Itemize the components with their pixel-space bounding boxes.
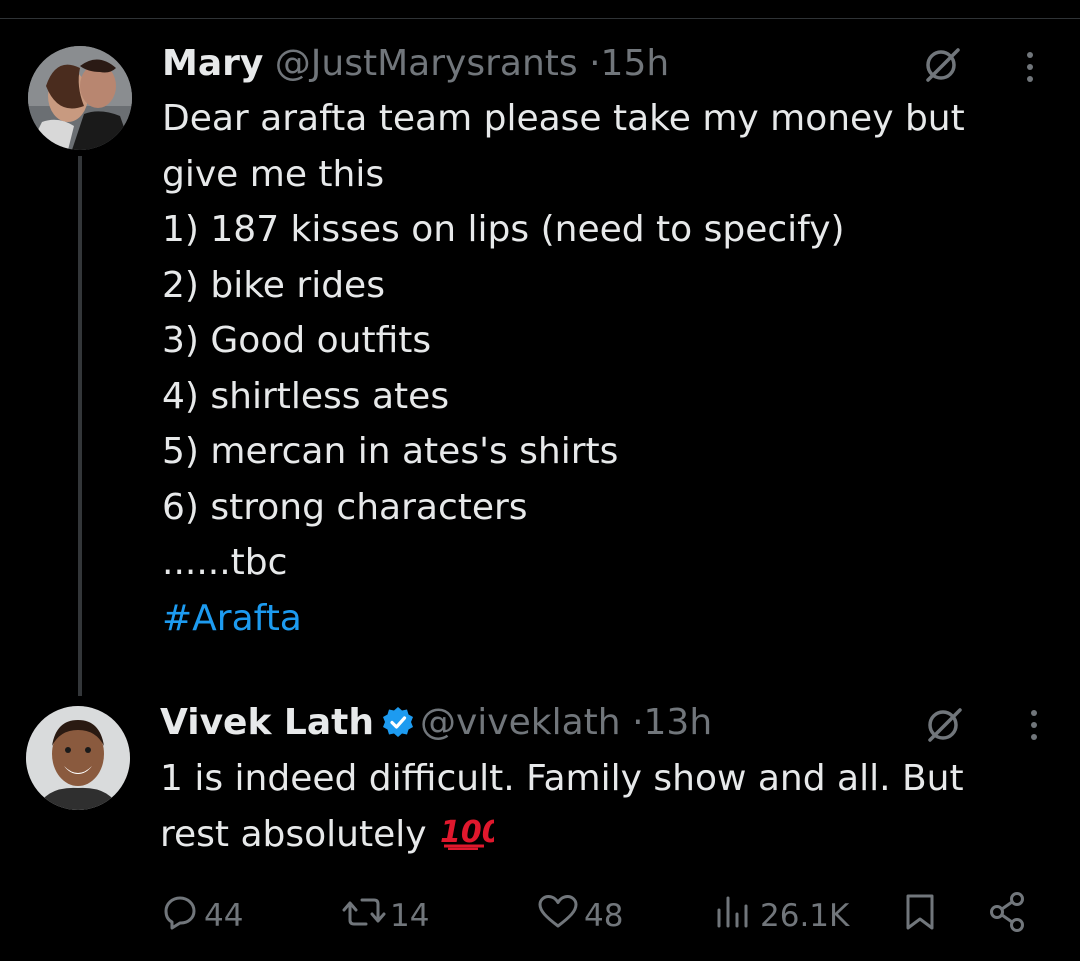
share-icon [986,890,1034,942]
grok-icon[interactable] [922,702,966,750]
reply-icon [160,892,204,940]
tweet-text-line: 1 is indeed difficult. Family show and a… [160,758,964,799]
grok-icon[interactable] [920,42,964,90]
views-count: 26.1K [760,898,850,934]
like-button[interactable]: 48 [536,888,623,944]
tweet-text-line: 3) Good outfits [162,320,432,361]
separator-dot: · [589,43,601,84]
separator-dot: · [632,702,644,743]
tweet-text-line: Dear arafta team please take my money bu… [162,98,965,139]
tweet-actions-bar: 44 14 48 26.1K [160,888,1040,944]
top-divider [0,18,1080,19]
timestamp[interactable]: 15h [601,43,670,84]
tweet-text-line: rest absolutely 100 [160,807,964,867]
more-vertical-icon[interactable] [1022,50,1038,90]
avatar-vivek[interactable] [26,706,130,810]
tweet1-body: Dear arafta team please take my money bu… [162,91,965,646]
tweet-text-segment: rest absolutely [160,813,427,855]
bookmark-icon [900,892,944,940]
tweet2-body: 1 is indeed difficult. Family show and a… [160,751,964,866]
tweet-text-line: ......tbc [162,542,288,583]
avatar-mary[interactable] [28,46,132,150]
bookmark-button[interactable] [900,888,944,944]
author-name[interactable]: Mary [162,43,263,84]
repost-count: 14 [390,898,430,934]
timestamp[interactable]: 13h [644,702,713,743]
hundred-points-emoji: 100 [438,811,503,867]
tweet-text-line: 4) shirtless ates [162,375,450,417]
tweet-text-line: 2) bike rides [162,264,385,306]
repost-icon [342,892,390,940]
views-icon [712,892,760,940]
reply-button[interactable]: 44 [160,888,243,944]
more-vertical-icon[interactable] [1026,708,1042,748]
tweet1-header: Mary @JustMarysrants ·15h [162,42,669,86]
repost-button[interactable]: 14 [342,888,429,944]
tweet2-header: Vivek Lath @viveklath ·13h [160,701,712,749]
tweet-text-line: 6) strong characters [162,486,528,528]
share-button[interactable] [986,888,1034,944]
views-button[interactable]: 26.1K [712,888,849,944]
author-handle[interactable]: @viveklath [420,702,621,743]
verified-badge-icon [382,705,414,749]
tweet-text-line: give me this [162,153,385,195]
author-handle[interactable]: @JustMarysrants [275,43,578,84]
reply-count: 44 [204,898,244,934]
tweet-text-line: 5) mercan in ates's shirts [162,431,619,472]
heart-icon [536,892,584,940]
like-count: 48 [584,898,624,934]
tweet-text-line: 1) 187 kisses on lips (need to specify) [162,209,845,250]
thread-line [78,156,82,696]
hashtag-link[interactable]: #Arafta [162,591,965,647]
author-name[interactable]: Vivek Lath [160,702,374,743]
